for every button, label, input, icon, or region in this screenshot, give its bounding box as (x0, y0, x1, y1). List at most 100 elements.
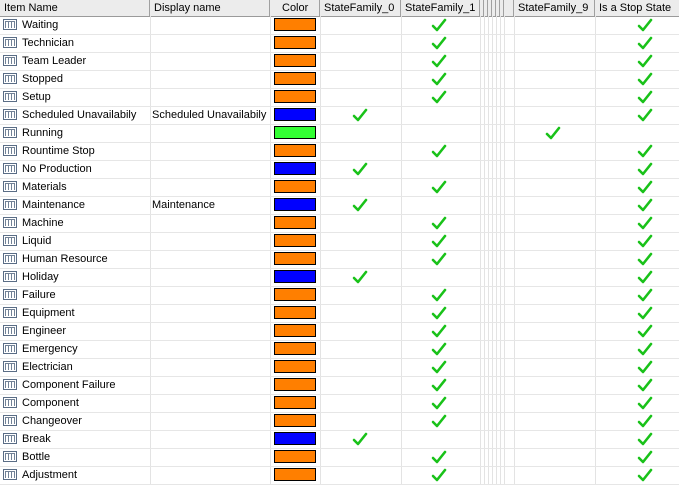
column-header-display-name[interactable]: Display name (150, 0, 270, 16)
column-header-item-name[interactable]: Item Name (0, 0, 150, 16)
display-name-cell[interactable] (152, 88, 269, 106)
table-row[interactable]: Rountime Stop (0, 142, 679, 161)
checkmark-icon[interactable] (431, 143, 447, 159)
checkmark-icon[interactable] (637, 431, 653, 447)
checkmark-icon[interactable] (431, 449, 447, 465)
checkmark-icon[interactable] (637, 341, 653, 357)
checkmark-icon[interactable] (637, 251, 653, 267)
color-swatch[interactable] (274, 432, 316, 445)
item-name-cell[interactable]: Adjustment (22, 466, 150, 484)
table-row[interactable]: Team Leader (0, 52, 679, 71)
display-name-cell[interactable] (152, 376, 269, 394)
item-name-cell[interactable]: Engineer (22, 322, 150, 340)
item-name-cell[interactable]: Waiting (22, 16, 150, 34)
display-name-cell[interactable] (152, 232, 269, 250)
checkmark-icon[interactable] (637, 71, 653, 87)
table-row[interactable]: Bottle (0, 448, 679, 467)
table-row[interactable]: Engineer (0, 322, 679, 341)
table-row[interactable]: Component Failure (0, 376, 679, 395)
checkmark-icon[interactable] (637, 35, 653, 51)
color-swatch[interactable] (274, 414, 316, 427)
display-name-cell[interactable] (152, 430, 269, 448)
color-swatch[interactable] (274, 234, 316, 247)
checkmark-icon[interactable] (637, 107, 653, 123)
color-swatch[interactable] (274, 144, 316, 157)
display-name-cell[interactable] (152, 70, 269, 88)
checkmark-icon[interactable] (637, 413, 653, 429)
checkmark-icon[interactable] (352, 431, 368, 447)
table-row[interactable]: Break (0, 430, 679, 449)
checkmark-icon[interactable] (637, 89, 653, 105)
item-name-cell[interactable]: Equipment (22, 304, 150, 322)
table-row[interactable]: Failure (0, 286, 679, 305)
table-row[interactable]: Component (0, 394, 679, 413)
color-swatch[interactable] (274, 270, 316, 283)
color-swatch[interactable] (274, 360, 316, 373)
display-name-cell[interactable] (152, 268, 269, 286)
checkmark-icon[interactable] (431, 215, 447, 231)
item-name-cell[interactable]: Liquid (22, 232, 150, 250)
checkmark-icon[interactable] (637, 179, 653, 195)
table-row[interactable]: Materials (0, 178, 679, 197)
checkmark-icon[interactable] (431, 377, 447, 393)
column-header-stop-state[interactable]: Is a Stop State (595, 0, 679, 16)
display-name-cell[interactable] (152, 34, 269, 52)
color-swatch[interactable] (274, 72, 316, 85)
item-name-cell[interactable]: Break (22, 430, 150, 448)
checkmark-icon[interactable] (431, 413, 447, 429)
display-name-cell[interactable]: Maintenance (152, 196, 269, 214)
checkmark-icon[interactable] (431, 71, 447, 87)
display-name-cell[interactable] (152, 178, 269, 196)
table-row[interactable]: Maintenance Maintenance (0, 196, 679, 215)
color-swatch[interactable] (274, 306, 316, 319)
checkmark-icon[interactable] (352, 107, 368, 123)
checkmark-icon[interactable] (352, 161, 368, 177)
display-name-cell[interactable] (152, 214, 269, 232)
display-name-cell[interactable] (152, 448, 269, 466)
checkmark-icon[interactable] (431, 287, 447, 303)
item-name-cell[interactable]: Scheduled Unavailabily (22, 106, 150, 124)
display-name-cell[interactable] (152, 142, 269, 160)
checkmark-icon[interactable] (637, 359, 653, 375)
table-row[interactable]: Human Resource (0, 250, 679, 269)
color-swatch[interactable] (274, 162, 316, 175)
table-row[interactable]: Machine (0, 214, 679, 233)
item-name-cell[interactable]: Stopped (22, 70, 150, 88)
color-swatch[interactable] (274, 198, 316, 211)
display-name-cell[interactable] (152, 394, 269, 412)
checkmark-icon[interactable] (637, 17, 653, 33)
item-name-cell[interactable]: Bottle (22, 448, 150, 466)
checkmark-icon[interactable] (431, 17, 447, 33)
table-row[interactable]: Holiday (0, 268, 679, 287)
item-name-cell[interactable]: Setup (22, 88, 150, 106)
table-row[interactable]: Stopped (0, 70, 679, 89)
color-swatch[interactable] (274, 396, 316, 409)
checkmark-icon[interactable] (431, 53, 447, 69)
color-swatch[interactable] (274, 54, 316, 67)
checkmark-icon[interactable] (637, 197, 653, 213)
table-row[interactable]: Changeover (0, 412, 679, 431)
item-name-cell[interactable]: Rountime Stop (22, 142, 150, 160)
checkmark-icon[interactable] (431, 323, 447, 339)
display-name-cell[interactable] (152, 124, 269, 142)
item-name-cell[interactable]: Materials (22, 178, 150, 196)
item-name-cell[interactable]: Component Failure (22, 376, 150, 394)
table-row[interactable]: Running (0, 124, 679, 143)
checkmark-icon[interactable] (637, 449, 653, 465)
item-name-cell[interactable]: Team Leader (22, 52, 150, 70)
column-header-statefamily-9[interactable]: StateFamily_9 (514, 0, 595, 16)
checkmark-icon[interactable] (637, 467, 653, 483)
checkmark-icon[interactable] (637, 395, 653, 411)
color-swatch[interactable] (274, 180, 316, 193)
checkmark-icon[interactable] (431, 467, 447, 483)
table-row[interactable]: Technician (0, 34, 679, 53)
display-name-cell[interactable] (152, 412, 269, 430)
checkmark-icon[interactable] (352, 269, 368, 285)
checkmark-icon[interactable] (637, 161, 653, 177)
checkmark-icon[interactable] (637, 377, 653, 393)
display-name-cell[interactable] (152, 340, 269, 358)
checkmark-icon[interactable] (637, 287, 653, 303)
color-swatch[interactable] (274, 108, 316, 121)
item-name-cell[interactable]: Maintenance (22, 196, 150, 214)
checkmark-icon[interactable] (637, 323, 653, 339)
